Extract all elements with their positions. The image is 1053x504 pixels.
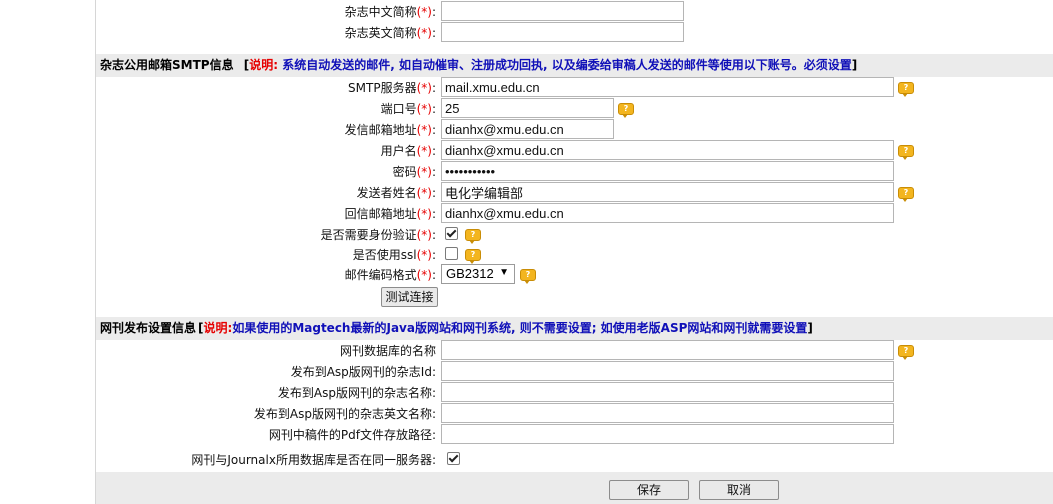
required-mark: (*) xyxy=(416,5,432,19)
port-input[interactable] xyxy=(441,98,614,118)
required-mark: (*) xyxy=(416,228,432,242)
auth-label: 是否需要身份验证(*): xyxy=(320,228,436,242)
row-sender-name: 发送者姓名(*): ? xyxy=(96,182,1053,203)
settings-form: 杂志中文简称(*): 杂志英文简称(*): 杂志公用邮箱SMTP信息 [说明: … xyxy=(95,0,1053,504)
required-mark: (*) xyxy=(416,165,432,179)
publish-section-header: 网刊发布设置信息 [说明:如果使用的Magtech最新的Java版网站和网刊系统,… xyxy=(96,317,1053,340)
db-name-label: 网刊数据库的名称 xyxy=(339,344,436,358)
encoding-select[interactable]: GB2312 ▼ xyxy=(441,264,515,284)
asp-name-label: 发布到Asp版网刊的杂志名称: xyxy=(277,386,436,400)
sender-name-input[interactable] xyxy=(441,182,894,202)
encoding-label: 邮件编码格式(*): xyxy=(344,268,436,282)
required-mark: (*) xyxy=(416,26,432,40)
smtp-server-input[interactable] xyxy=(441,77,894,97)
row-reply-address: 回信邮箱地址(*): xyxy=(96,203,1053,224)
asp-en-name-label: 发布到Asp版网刊的杂志英文名称: xyxy=(253,407,436,421)
row-password: 密码(*): xyxy=(96,161,1053,182)
cn-abbr-input[interactable] xyxy=(441,1,684,21)
row-asp-id: 发布到Asp版网刊的杂志Id: xyxy=(96,361,1053,382)
ssl-checkbox[interactable] xyxy=(445,247,458,260)
asp-en-name-input[interactable] xyxy=(441,403,894,423)
chevron-down-icon: ▼ xyxy=(499,267,509,278)
required-mark: (*) xyxy=(416,144,432,158)
smtp-section-header: 杂志公用邮箱SMTP信息 [说明: 系统自动发送的邮件, 如自动催审、注册成功回… xyxy=(96,54,1053,77)
smtp-server-label: SMTP服务器(*): xyxy=(348,81,436,95)
from-address-label: 发信邮箱地址(*): xyxy=(344,123,436,137)
cn-abbr-label: 杂志中文简称(*): xyxy=(344,5,436,19)
username-label: 用户名(*): xyxy=(380,144,436,158)
same-server-checkbox[interactable] xyxy=(447,452,460,465)
asp-name-input[interactable] xyxy=(441,382,894,402)
row-same-server: 网刊与Journalx所用数据库是否在同一服务器: xyxy=(96,449,1053,470)
required-mark: (*) xyxy=(416,186,432,200)
test-connection-button[interactable]: 测试连接 xyxy=(381,287,438,307)
row-asp-name: 发布到Asp版网刊的杂志名称: xyxy=(96,382,1053,403)
help-icon[interactable]: ? xyxy=(465,229,481,244)
reply-address-input[interactable] xyxy=(441,203,894,223)
ssl-label: 是否使用ssl(*): xyxy=(352,248,436,262)
auth-checkbox[interactable] xyxy=(445,227,458,240)
help-icon[interactable]: ? xyxy=(618,103,634,118)
required-mark: (*) xyxy=(416,123,432,137)
publish-note-text: 如果使用的Magtech最新的Java版网站和网刊系统, 则不需要设置; 如使用… xyxy=(232,321,808,335)
row-ssl: 是否使用ssl(*): ? xyxy=(96,244,1053,265)
required-mark: (*) xyxy=(416,207,432,221)
required-mark: (*) xyxy=(416,248,432,262)
row-port: 端口号(*): ? xyxy=(96,98,1053,119)
row-pdf-path: 网刊中稿件的Pdf文件存放路径: xyxy=(96,424,1053,445)
publish-note-label: 说明: xyxy=(203,321,233,335)
en-abbr-label: 杂志英文简称(*): xyxy=(344,26,436,40)
row-username: 用户名(*): ? xyxy=(96,140,1053,161)
encoding-selected-value: GB2312 xyxy=(446,266,494,281)
action-bar: 保存 取消 xyxy=(96,472,1053,504)
help-icon[interactable]: ? xyxy=(898,82,914,97)
required-mark: (*) xyxy=(416,268,432,282)
help-icon[interactable]: ? xyxy=(465,249,481,264)
smtp-note-close: ] xyxy=(851,58,858,72)
same-server-label: 网刊与Journalx所用数据库是否在同一服务器: xyxy=(191,453,436,467)
row-encoding: 邮件编码格式(*): GB2312 ▼ ? xyxy=(96,264,1053,285)
pdf-path-input[interactable] xyxy=(441,424,894,444)
username-input[interactable] xyxy=(441,140,894,160)
password-label: 密码(*): xyxy=(392,165,436,179)
row-en-abbr: 杂志英文简称(*): xyxy=(96,22,1053,43)
asp-id-input[interactable] xyxy=(441,361,894,381)
en-abbr-input[interactable] xyxy=(441,22,684,42)
db-name-input[interactable] xyxy=(441,340,894,360)
row-db-name: 网刊数据库的名称 ? xyxy=(96,340,1053,361)
smtp-note-label: 说明: xyxy=(249,58,279,72)
row-cn-abbr: 杂志中文简称(*): xyxy=(96,1,1053,22)
help-icon[interactable]: ? xyxy=(898,345,914,360)
help-icon[interactable]: ? xyxy=(898,145,914,160)
help-icon[interactable]: ? xyxy=(898,187,914,202)
from-address-input[interactable] xyxy=(441,119,614,139)
row-smtp-server: SMTP服务器(*): ? xyxy=(96,77,1053,98)
row-auth: 是否需要身份验证(*): ? xyxy=(96,224,1053,245)
required-mark: (*) xyxy=(416,81,432,95)
sender-name-label: 发送者姓名(*): xyxy=(356,186,436,200)
row-asp-en-name: 发布到Asp版网刊的杂志英文名称: xyxy=(96,403,1053,424)
publish-note-close: ] xyxy=(807,321,813,335)
reply-address-label: 回信邮箱地址(*): xyxy=(344,207,436,221)
smtp-section-title: 杂志公用邮箱SMTP信息 xyxy=(100,58,234,72)
required-mark: (*) xyxy=(416,102,432,116)
port-label: 端口号(*): xyxy=(380,102,436,116)
row-from-address: 发信邮箱地址(*): xyxy=(96,119,1053,140)
help-icon[interactable]: ? xyxy=(520,269,536,284)
smtp-note-text: 系统自动发送的邮件, 如自动催审、注册成功回执, 以及编委给审稿人发送的邮件等使… xyxy=(282,58,852,72)
pdf-path-label: 网刊中稿件的Pdf文件存放路径: xyxy=(268,428,436,442)
publish-section-title: 网刊发布设置信息 xyxy=(100,321,197,335)
asp-id-label: 发布到Asp版网刊的杂志Id: xyxy=(290,365,436,379)
cancel-button[interactable]: 取消 xyxy=(699,480,779,500)
password-input[interactable] xyxy=(441,161,894,181)
save-button[interactable]: 保存 xyxy=(609,480,689,500)
